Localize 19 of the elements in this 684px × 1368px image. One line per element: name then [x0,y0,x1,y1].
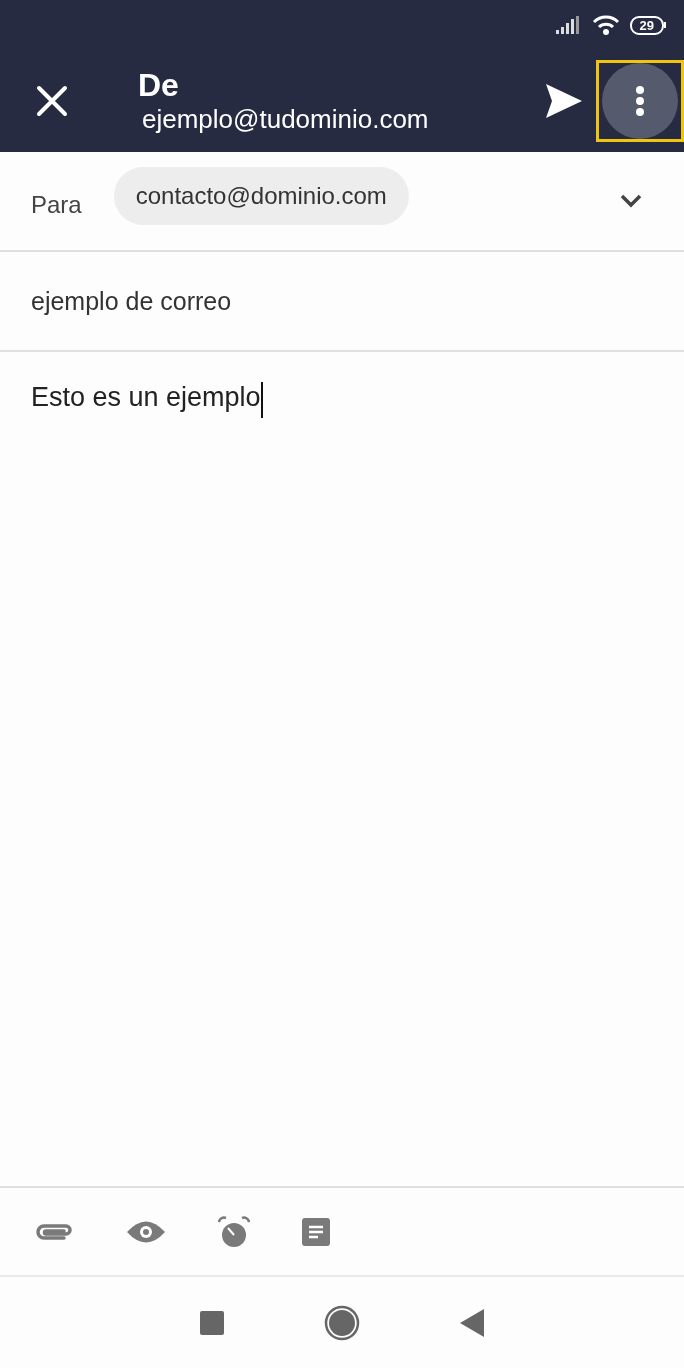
more-button[interactable] [596,60,684,142]
wifi-icon [591,14,620,36]
sender-email[interactable]: ejemplo@tudominio.com [142,103,429,135]
recipient-chip[interactable]: contacto@dominio.com [113,167,409,225]
close-icon[interactable] [36,85,68,117]
body-text[interactable]: Esto es un ejemplo [31,382,261,413]
subject-field[interactable]: ejemplo de correo [31,286,232,316]
more-icon [636,86,644,116]
alarm-clock-icon[interactable] [218,1215,250,1248]
back-icon[interactable] [460,1308,484,1337]
sender-title: De [138,67,179,103]
battery-level: 29 [629,15,664,35]
send-icon[interactable] [546,84,582,118]
home-icon[interactable] [324,1304,360,1341]
recents-icon[interactable] [200,1310,224,1335]
signal-icon [555,16,582,34]
to-label: Para [31,191,82,219]
note-icon[interactable] [302,1217,330,1246]
chevron-down-icon[interactable] [620,194,642,208]
